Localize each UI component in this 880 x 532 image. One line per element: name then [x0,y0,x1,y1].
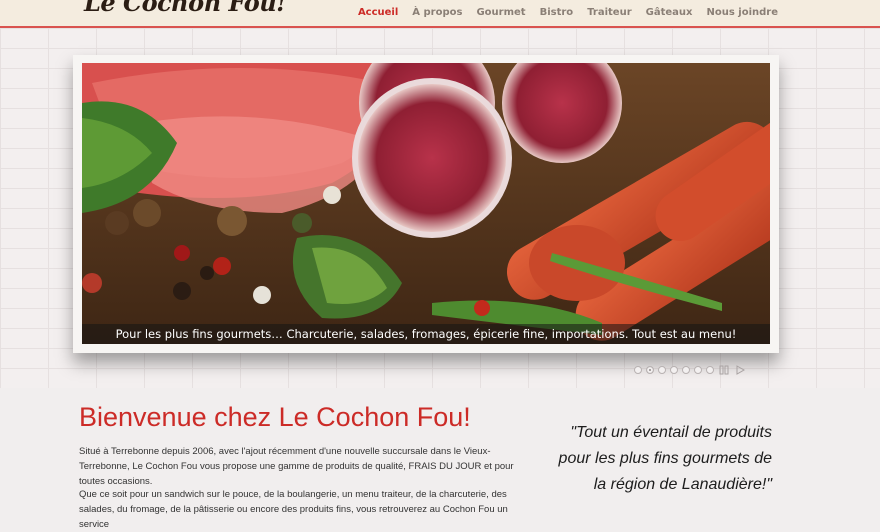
charcuterie-photo [82,63,770,344]
slide-dot-2[interactable] [646,366,654,374]
nav-accueil[interactable]: Accueil [358,7,398,18]
site-logo[interactable]: Le Cochon Fou! [84,0,287,17]
site-header: Le Cochon Fou! Accueil À propos Gourmet … [0,0,880,28]
main-nav: Accueil À propos Gourmet Bistro Traiteur… [358,7,778,18]
slider-controls [634,365,746,375]
play-icon[interactable] [734,365,746,375]
nav-nous-joindre[interactable]: Nous joindre [706,7,778,18]
slide-dot-1[interactable] [634,366,642,374]
slide-image[interactable]: Pour les plus fins gourmets… Charcuterie… [82,63,770,344]
intro-paragraph: Situé à Terrebonne depuis 2006, avec l'a… [79,446,514,487]
nav-a-propos[interactable]: À propos [412,7,462,18]
slide-dot-4[interactable] [670,366,678,374]
slide-dot-7[interactable] [706,366,714,374]
quote-text: "Tout un éventail de produits pour les p… [558,424,772,493]
pause-icon[interactable] [718,365,730,375]
page-title: Bienvenue chez Le Cochon Fou! [79,402,471,432]
slide-dot-3[interactable] [658,366,666,374]
slide-dot-5[interactable] [682,366,690,374]
services-paragraph: Que ce soit pour un sandwich sur le pouc… [79,489,508,530]
nav-gateaux[interactable]: Gâteaux [646,7,693,18]
nav-gourmet[interactable]: Gourmet [476,7,525,18]
slide-caption: Pour les plus fins gourmets… Charcuterie… [82,324,770,344]
slide-dot-6[interactable] [694,366,702,374]
nav-traiteur[interactable]: Traiteur [587,7,631,18]
nav-bistro[interactable]: Bistro [540,7,574,18]
hero-slider: Pour les plus fins gourmets… Charcuterie… [73,55,779,353]
